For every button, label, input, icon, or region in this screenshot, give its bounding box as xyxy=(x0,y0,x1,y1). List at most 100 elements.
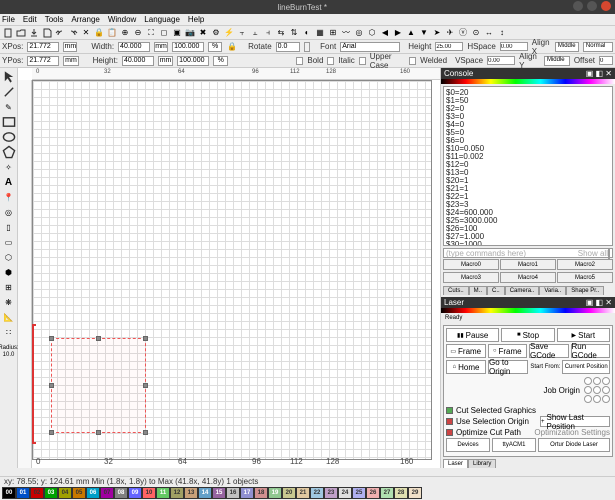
color-swatch-10[interactable]: 10 xyxy=(142,487,156,499)
handle-w[interactable] xyxy=(49,383,54,388)
boolean-icon[interactable]: ◐ xyxy=(301,27,313,39)
zoom-fit-icon[interactable]: ⛶ xyxy=(145,27,157,39)
vspace-input[interactable] xyxy=(487,56,515,65)
handle-ne[interactable] xyxy=(143,336,148,341)
undo-icon[interactable] xyxy=(54,27,66,39)
hspace-input[interactable] xyxy=(500,42,528,51)
start-button[interactable]: ▶ Start xyxy=(557,328,610,342)
showall-toggle[interactable] xyxy=(608,248,610,259)
radial-array-tool[interactable]: ❋ xyxy=(2,295,16,309)
ypos-input[interactable] xyxy=(27,56,59,66)
camera-icon[interactable]: 📷 xyxy=(184,27,196,39)
align-tool-1[interactable]: ▯ xyxy=(2,220,16,234)
redo-icon[interactable] xyxy=(67,27,79,39)
preview-icon[interactable]: ▣ xyxy=(171,27,183,39)
plane-icon[interactable]: ✈ xyxy=(444,27,456,39)
aligny-select[interactable]: Middle xyxy=(544,56,570,66)
menu-file[interactable]: File xyxy=(2,15,15,24)
welded-check[interactable] xyxy=(409,57,416,65)
lock-icon[interactable]: 🔒 xyxy=(93,27,105,39)
ellipse-tool[interactable] xyxy=(2,130,16,144)
optimize-check[interactable] xyxy=(446,429,453,436)
handle-se[interactable] xyxy=(143,430,148,435)
polygon-tool[interactable] xyxy=(2,145,16,159)
bold-check[interactable] xyxy=(296,57,303,65)
flip-v-icon[interactable]: ⇅ xyxy=(288,27,300,39)
color-swatch-28[interactable]: 28 xyxy=(394,487,408,499)
measure-tool[interactable]: 📐 xyxy=(2,310,16,324)
handle-sw[interactable] xyxy=(49,430,54,435)
xpos-input[interactable] xyxy=(27,42,59,52)
alignx-select[interactable]: Middle xyxy=(555,42,579,52)
menu-tools[interactable]: Tools xyxy=(45,15,64,24)
menu-language[interactable]: Language xyxy=(144,15,180,24)
color-swatch-15[interactable]: 15 xyxy=(212,487,226,499)
variable-icon[interactable]: ⓥ xyxy=(457,27,469,39)
color-swatch-04[interactable]: 04 xyxy=(58,487,72,499)
cut-selected-check[interactable] xyxy=(446,407,453,414)
ruler-h-icon[interactable]: ↔ xyxy=(483,27,495,39)
color-swatch-26[interactable]: 26 xyxy=(366,487,380,499)
rotate-spinner[interactable] xyxy=(304,42,311,52)
color-swatch-25[interactable]: 25 xyxy=(352,487,366,499)
grid-array-tool[interactable]: ⊞ xyxy=(2,280,16,294)
offset-icon[interactable]: ◎ xyxy=(353,27,365,39)
color-swatch-18[interactable]: 18 xyxy=(254,487,268,499)
height-input[interactable] xyxy=(122,56,154,66)
color-swatch-08[interactable]: 08 xyxy=(114,487,128,499)
color-swatch-00[interactable]: 00 xyxy=(2,487,16,499)
color-swatch-14[interactable]: 14 xyxy=(198,487,212,499)
path-icon[interactable]: 〰 xyxy=(340,27,352,39)
draw-line-tool[interactable] xyxy=(2,85,16,99)
tab-variable[interactable]: Varia.. xyxy=(539,286,566,295)
array-icon[interactable]: ⊞ xyxy=(327,27,339,39)
devices-button[interactable]: Devices xyxy=(446,438,490,452)
tab-console[interactable]: C.. xyxy=(487,286,505,295)
color-swatch-13[interactable]: 13 xyxy=(184,487,198,499)
height2-input[interactable] xyxy=(435,42,463,51)
rotate-input[interactable] xyxy=(276,42,300,52)
offset-tool[interactable]: ◎ xyxy=(2,205,16,219)
frame-rect-button[interactable]: ▭ Frame xyxy=(446,344,486,358)
save-gcode-button[interactable]: Save GCode xyxy=(529,344,569,358)
normal-select[interactable]: Normal xyxy=(583,42,613,52)
nudge-l-icon[interactable]: ◀ xyxy=(379,27,391,39)
color-swatch-09[interactable]: 09 xyxy=(128,487,142,499)
color-swatch-02[interactable]: 02 xyxy=(30,487,44,499)
handle-nw[interactable] xyxy=(49,336,54,341)
color-swatch-01[interactable]: 01 xyxy=(16,487,30,499)
dot-icon[interactable]: ⊙ xyxy=(470,27,482,39)
save-icon[interactable] xyxy=(41,27,53,39)
menu-edit[interactable]: Edit xyxy=(23,15,37,24)
port-select[interactable]: ttyACM1 xyxy=(492,438,536,452)
open-icon[interactable] xyxy=(15,27,27,39)
ruler-v-icon[interactable]: ↕ xyxy=(496,27,508,39)
color-swatch-19[interactable]: 19 xyxy=(268,487,282,499)
macro3-button[interactable]: Macro3 xyxy=(443,272,499,283)
macro2-button[interactable]: Macro2 xyxy=(557,259,613,270)
canvas[interactable]: 0 32 64 96 112 128 160 0 32 64 96 112 12… xyxy=(18,68,440,468)
tab-laser[interactable]: Laser xyxy=(443,459,468,468)
marker-tool[interactable]: 📍 xyxy=(2,190,16,204)
color-swatch-05[interactable]: 05 xyxy=(72,487,86,499)
color-swatch-24[interactable]: 24 xyxy=(338,487,352,499)
upper-check[interactable] xyxy=(359,57,366,65)
use-sel-origin-check[interactable] xyxy=(446,418,453,425)
nudge-d-icon[interactable]: ▼ xyxy=(418,27,430,39)
color-swatch-21[interactable]: 21 xyxy=(296,487,310,499)
selected-rect[interactable] xyxy=(51,338,146,433)
run-gcode-button[interactable]: Run GCode xyxy=(571,344,611,358)
color-swatch-11[interactable]: 11 xyxy=(156,487,170,499)
machine-icon[interactable]: ⚡ xyxy=(223,27,235,39)
group-icon[interactable]: ▦ xyxy=(314,27,326,39)
stop-button[interactable]: ■ Stop xyxy=(501,328,554,342)
color-swatch-06[interactable]: 06 xyxy=(86,487,100,499)
tab-move[interactable]: M.. xyxy=(469,286,487,295)
tab-library[interactable]: Library xyxy=(468,459,496,468)
send-icon[interactable]: ➤ xyxy=(431,27,443,39)
handle-n[interactable] xyxy=(96,336,101,341)
tool-icon[interactable]: ✖ xyxy=(197,27,209,39)
color-swatch-29[interactable]: 29 xyxy=(408,487,422,499)
offset-input[interactable] xyxy=(599,56,613,65)
edit-nodes-tool[interactable]: ✧ xyxy=(2,160,16,174)
